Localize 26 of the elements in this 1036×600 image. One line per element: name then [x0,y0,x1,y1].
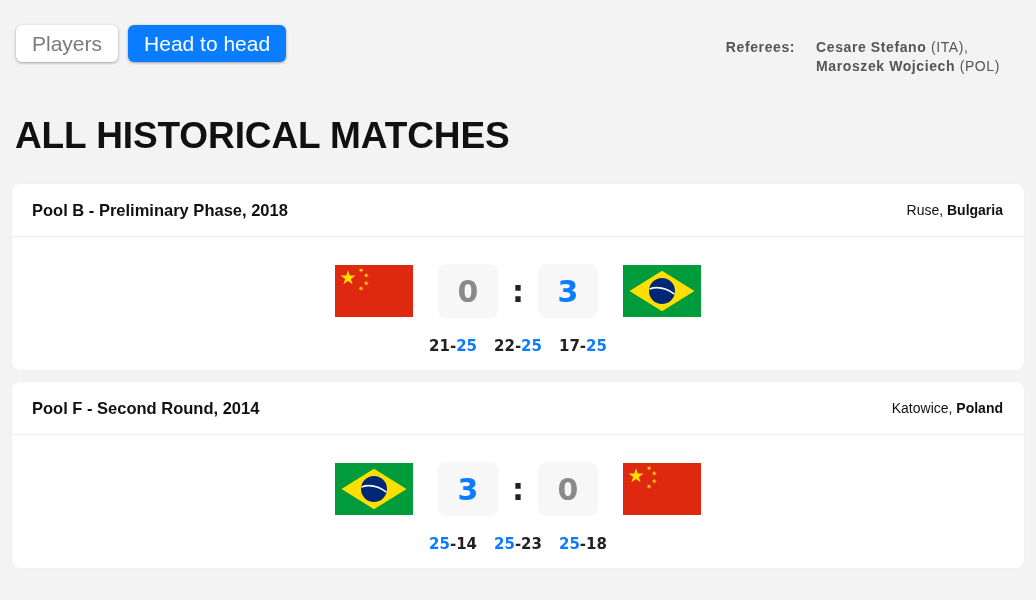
match-score: 0 [438,264,498,318]
match-score: 3 [538,264,598,318]
match-title: Pool B - Preliminary Phase, 2018 [32,200,288,220]
referee-name: Cesare Stefano (ITA), [816,38,969,57]
flag-icon [623,265,701,317]
referees-label: Referees: [725,38,796,57]
match-score: 3 [438,462,498,516]
flag-icon [623,463,701,515]
flag-icon [335,463,413,515]
tab[interactable]: Players [16,25,119,62]
score-separator: : [511,471,525,507]
match-title: Pool F - Second Round, 2014 [32,398,260,418]
tab[interactable]: Head to head [128,25,287,62]
set-score: 17-25 [559,337,607,355]
section-heading: ALL HISTORICAL MATCHES [15,114,510,158]
match-location: Katowice, Poland [891,400,1003,416]
referee-name: Maroszek Wojciech (POL) [816,57,1000,76]
set-score: 22-25 [494,337,542,355]
set-score: 25-23 [494,535,542,553]
score-separator: : [511,273,525,309]
flag-icon [335,265,413,317]
set-score: 25-18 [559,535,607,553]
match-score: 0 [538,462,598,516]
set-score: 25-14 [429,535,477,553]
set-score: 21-25 [429,337,477,355]
match-location: Ruse, Bulgaria [906,202,1003,218]
